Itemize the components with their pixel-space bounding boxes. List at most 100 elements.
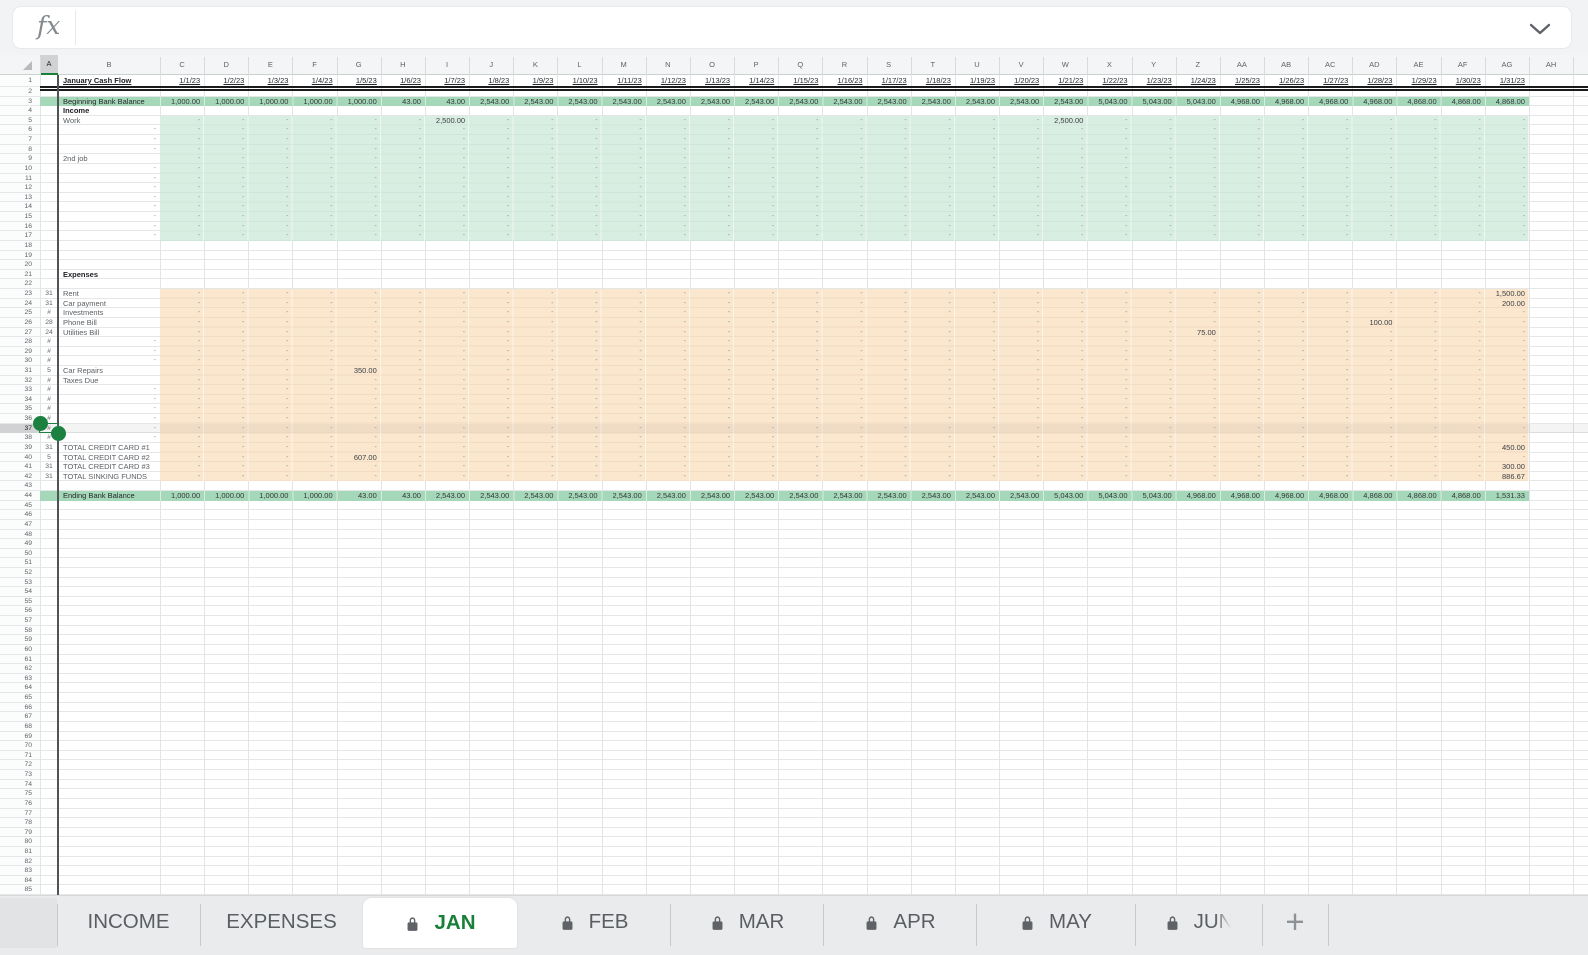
- row-header-24[interactable]: 24: [0, 299, 40, 309]
- cell-R6[interactable]: -: [822, 125, 866, 135]
- cell-AG42[interactable]: 886.67: [1485, 472, 1529, 482]
- cell-G13[interactable]: -: [337, 193, 381, 203]
- row-header-74[interactable]: 74: [0, 780, 40, 790]
- cell-U33[interactable]: -: [955, 385, 999, 395]
- cell-R9[interactable]: -: [822, 154, 866, 164]
- cell-Q27[interactable]: -: [778, 328, 822, 338]
- column-header-W[interactable]: W: [1043, 55, 1087, 75]
- cell-M42[interactable]: -: [602, 472, 646, 482]
- cell-Y44[interactable]: 5,043.00: [1132, 491, 1176, 501]
- cell-B24[interactable]: Car payment: [58, 299, 164, 309]
- cell-AE10[interactable]: -: [1396, 164, 1440, 174]
- cell-B35[interactable]: -: [58, 404, 160, 414]
- cell-T6[interactable]: -: [911, 125, 955, 135]
- cell-P13[interactable]: -: [734, 193, 778, 203]
- cell-X31[interactable]: -: [1087, 366, 1131, 376]
- cell-M16[interactable]: -: [602, 222, 646, 232]
- cell-AE3[interactable]: 4,868.00: [1396, 97, 1440, 107]
- cell-AF35[interactable]: -: [1441, 404, 1485, 414]
- cell-D32[interactable]: -: [204, 376, 248, 386]
- column-header-AG[interactable]: AG: [1485, 55, 1529, 75]
- cell-Z15[interactable]: -: [1176, 212, 1220, 222]
- cell-U31[interactable]: -: [955, 366, 999, 376]
- cell-date-H1[interactable]: 1/6/23: [381, 75, 425, 87]
- row-header-75[interactable]: 75: [0, 789, 40, 799]
- row-header-64[interactable]: 64: [0, 683, 40, 693]
- cell-date-M1[interactable]: 1/11/23: [602, 75, 646, 87]
- cell-B12[interactable]: -: [58, 183, 160, 193]
- cell-J12[interactable]: -: [469, 183, 513, 193]
- cell-I38[interactable]: -: [425, 433, 469, 443]
- cell-date-S1[interactable]: 1/17/23: [867, 75, 911, 87]
- row-header-27[interactable]: 27: [0, 328, 40, 338]
- cell-Y12[interactable]: -: [1132, 183, 1176, 193]
- cell-Q30[interactable]: -: [778, 356, 822, 366]
- cell-V38[interactable]: -: [999, 433, 1043, 443]
- cell-D34[interactable]: -: [204, 395, 248, 405]
- cell-D6[interactable]: -: [204, 125, 248, 135]
- cell-K16[interactable]: -: [513, 222, 557, 232]
- cell-P9[interactable]: -: [734, 154, 778, 164]
- cell-Z5[interactable]: -: [1176, 116, 1220, 126]
- cell-I25[interactable]: -: [425, 308, 469, 318]
- cell-P23[interactable]: -: [734, 289, 778, 299]
- cell-R5[interactable]: -: [822, 116, 866, 126]
- column-header-AA[interactable]: AA: [1220, 55, 1264, 75]
- cell-J42[interactable]: -: [469, 472, 513, 482]
- cell-P26[interactable]: -: [734, 318, 778, 328]
- cell-W29[interactable]: -: [1043, 347, 1087, 357]
- cell-D37[interactable]: -: [204, 424, 248, 434]
- cell-AD10[interactable]: -: [1352, 164, 1396, 174]
- cell-D12[interactable]: -: [204, 183, 248, 193]
- cell-M10[interactable]: -: [602, 164, 646, 174]
- cell-W35[interactable]: -: [1043, 404, 1087, 414]
- cell-AE35[interactable]: -: [1396, 404, 1440, 414]
- cell-F36[interactable]: -: [292, 414, 336, 424]
- cell-Y31[interactable]: -: [1132, 366, 1176, 376]
- cell-O29[interactable]: -: [690, 347, 734, 357]
- cell-V41[interactable]: -: [999, 462, 1043, 472]
- cell-H28[interactable]: -: [381, 337, 425, 347]
- cell-AA27[interactable]: -: [1220, 328, 1264, 338]
- cell-W25[interactable]: -: [1043, 308, 1087, 318]
- cell-P7[interactable]: -: [734, 135, 778, 145]
- cell-date-E1[interactable]: 1/3/23: [248, 75, 292, 87]
- cell-J35[interactable]: -: [469, 404, 513, 414]
- cell-D16[interactable]: -: [204, 222, 248, 232]
- cell-K37[interactable]: -: [513, 424, 557, 434]
- cell-AB13[interactable]: -: [1264, 193, 1308, 203]
- cell-E44[interactable]: 1,000.00: [248, 491, 292, 501]
- cell-R26[interactable]: -: [822, 318, 866, 328]
- cell-Z17[interactable]: -: [1176, 231, 1220, 241]
- cell-X12[interactable]: -: [1087, 183, 1131, 193]
- cell-Q40[interactable]: -: [778, 453, 822, 463]
- row-header-83[interactable]: 83: [0, 866, 40, 876]
- cell-J31[interactable]: -: [469, 366, 513, 376]
- cell-AA32[interactable]: -: [1220, 376, 1264, 386]
- cell-A29[interactable]: #: [40, 347, 58, 357]
- cell-AB41[interactable]: -: [1264, 462, 1308, 472]
- cell-C27[interactable]: -: [160, 328, 204, 338]
- cell-X44[interactable]: 5,043.00: [1087, 491, 1131, 501]
- cell-X40[interactable]: -: [1087, 453, 1131, 463]
- cell-AB29[interactable]: -: [1264, 347, 1308, 357]
- cell-K42[interactable]: -: [513, 472, 557, 482]
- cell-T41[interactable]: -: [911, 462, 955, 472]
- cell-S34[interactable]: -: [867, 395, 911, 405]
- cell-E6[interactable]: -: [248, 125, 292, 135]
- cell-Y11[interactable]: -: [1132, 174, 1176, 184]
- cell-Z25[interactable]: -: [1176, 308, 1220, 318]
- cell-date-R1[interactable]: 1/16/23: [822, 75, 866, 87]
- cell-K31[interactable]: -: [513, 366, 557, 376]
- cell-C37[interactable]: -: [160, 424, 204, 434]
- cell-AG17[interactable]: -: [1485, 231, 1529, 241]
- cell-date-L1[interactable]: 1/10/23: [557, 75, 601, 87]
- cell-AB25[interactable]: -: [1264, 308, 1308, 318]
- cell-Q12[interactable]: -: [778, 183, 822, 193]
- cell-X3[interactable]: 5,043.00: [1087, 97, 1131, 107]
- cell-K12[interactable]: -: [513, 183, 557, 193]
- cell-I24[interactable]: -: [425, 299, 469, 309]
- cell-S37[interactable]: -: [867, 424, 911, 434]
- cell-AB14[interactable]: -: [1264, 202, 1308, 212]
- cell-AB44[interactable]: 4,968.00: [1264, 491, 1308, 501]
